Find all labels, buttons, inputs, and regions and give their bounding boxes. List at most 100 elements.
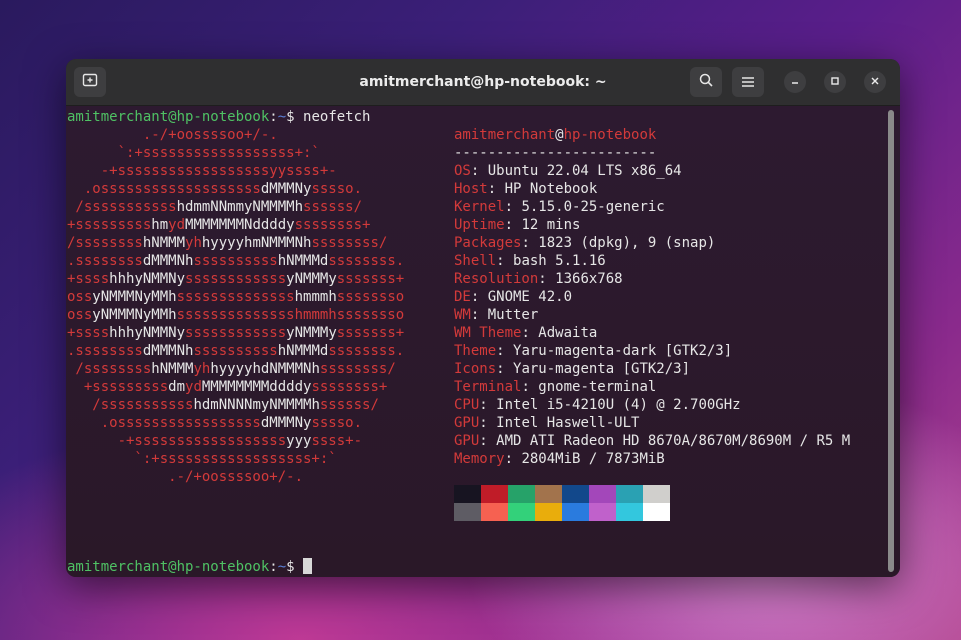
color-swatch: [508, 503, 535, 521]
info-colon: :: [479, 397, 497, 413]
logo-line: /ssssssssssshdmmNNmmyNMMMMhssssss/: [67, 198, 362, 216]
logo-segment: dMMMNh: [142, 253, 194, 269]
info-label: Shell: [454, 253, 497, 269]
info-colon: :: [504, 199, 522, 215]
info-label: DE: [454, 289, 471, 305]
logo-segment: .ssssssss: [67, 343, 143, 359]
logo-segment: yNMMMNyMMh: [92, 307, 177, 323]
info-value: 1823 (dpkg), 9 (snap): [538, 235, 716, 251]
info-label: Memory: [454, 451, 505, 467]
logo-segment: .osssssssssssssssss: [67, 415, 261, 431]
info-label: Kernel: [454, 199, 505, 215]
info-label: GPU: [454, 433, 480, 449]
new-tab-button[interactable]: [74, 67, 106, 97]
logo-line: ossyNMMMNyMMhsssssssssssssshmmmhssssssso: [67, 288, 404, 306]
prompt-path: ~: [277, 109, 287, 125]
info-value: 1366x768: [555, 271, 623, 287]
prompt-separator: :: [269, 109, 278, 125]
info-entry: Terminal: gnome-terminal: [454, 378, 656, 396]
minimize-icon: [790, 75, 800, 89]
text-cursor: [303, 558, 313, 574]
new-tab-icon: [82, 72, 98, 92]
logo-segment: dm: [168, 379, 186, 395]
logo-segment: /ssssssss: [67, 361, 152, 377]
info-value: Intel Haswell-ULT: [496, 415, 640, 431]
logo-line: -+ssssssssssssssssssyyyssss+-: [67, 432, 362, 450]
info-label: Terminal: [454, 379, 522, 395]
logo-line: /sssssssshNMMMyhhyyyyhdNMMMNhssssssss/: [67, 360, 395, 378]
info-entry: CPU: Intel i5-4210U (4) @ 2.700GHz: [454, 396, 741, 414]
color-swatch: [589, 503, 616, 521]
logo-segment: sssssssssssssshmmmhssssssso: [176, 307, 405, 323]
logo-line: .ssssssssdMMMNhsssssssssshNMMMdssssssss.: [67, 252, 404, 270]
scrollbar[interactable]: [888, 110, 894, 572]
info-entry: Packages: 1823 (dpkg), 9 (snap): [454, 234, 715, 252]
minimize-button[interactable]: [784, 71, 806, 93]
logo-segment: /sssssssssss: [67, 199, 177, 215]
prompt-dollar: $: [286, 109, 304, 125]
logo-segment: yd: [168, 217, 186, 233]
info-value: 12 mins: [521, 217, 581, 233]
logo-line: .-/+oossssoo+/-.: [67, 126, 278, 144]
color-swatch: [535, 503, 562, 521]
logo-segment: ssssssssss: [193, 253, 278, 269]
logo-segment: dMMMNy: [260, 415, 312, 431]
logo-segment: +sssssssss: [67, 379, 169, 395]
logo-segment: hm: [151, 217, 169, 233]
info-colon: :: [538, 271, 556, 287]
info-label: Icons: [454, 361, 497, 377]
logo-segment: /sssssssssss: [67, 397, 194, 413]
maximize-button[interactable]: [824, 71, 846, 93]
color-swatch: [616, 485, 643, 503]
menu-button[interactable]: [732, 67, 764, 97]
logo-segment: oss: [67, 289, 93, 305]
color-swatch: [643, 485, 670, 503]
logo-line: /ssssssssssshdmNNNNmyNMMMMhssssss/: [67, 396, 379, 414]
info-entry: OS: Ubuntu 22.04 LTS x86_64: [454, 162, 682, 180]
logo-segment: yd: [185, 379, 202, 395]
info-entry: Shell: bash 5.1.16: [454, 252, 606, 270]
logo-line: -+ssssssssssssssssssyyssss+-: [67, 162, 337, 180]
info-value: HP Notebook: [504, 181, 598, 197]
logo-line: `:+ssssssssssssssssss+:`: [67, 450, 336, 468]
prompt-separator: :: [269, 559, 278, 575]
info-colon: :: [470, 289, 488, 305]
logo-segment: -+ssssssssssssssssss: [67, 433, 287, 449]
prompt-dollar: $: [286, 559, 304, 575]
info-colon: :: [487, 181, 505, 197]
info-colon: :: [496, 343, 514, 359]
logo-segment: ssssssss.: [328, 343, 405, 359]
terminal-output[interactable]: amitmerchant@hp-notebook:~$ neofetch .-/…: [66, 106, 900, 577]
info-entry: Uptime: 12 mins: [454, 216, 580, 234]
close-button[interactable]: [864, 71, 886, 93]
info-colon: :: [521, 325, 539, 341]
info-entry: Host: HP Notebook: [454, 180, 597, 198]
logo-segment: +ssss: [67, 271, 110, 287]
color-swatch: [481, 485, 508, 503]
prompt-line-current[interactable]: amitmerchant@hp-notebook:~$: [67, 558, 313, 576]
info-at: @: [555, 127, 564, 143]
info-entry: Memory: 2804MiB / 7873MiB: [454, 450, 665, 468]
info-label: Host: [454, 181, 488, 197]
titlebar: amitmerchant@hp-notebook: ~: [66, 59, 900, 106]
logo-segment: yh: [193, 361, 211, 377]
info-value: Yaru-magenta-dark [GTK2/3]: [513, 343, 733, 359]
info-value: Adwaita: [538, 325, 598, 341]
info-label: Theme: [454, 343, 497, 359]
logo-segment: /ssssssss: [67, 235, 143, 251]
terminal-window: amitmerchant@hp-notebook: ~ amitmerchant…: [66, 59, 900, 577]
prompt-line: amitmerchant@hp-notebook:~$ neofetch: [67, 108, 370, 126]
logo-segment: yNMMMNyMMh: [92, 289, 177, 305]
search-button[interactable]: [690, 67, 722, 97]
logo-line: .osssssssssssssssssssdMMMNysssso.: [67, 180, 362, 198]
info-header: amitmerchant@hp-notebook: [454, 126, 656, 144]
prompt-command: neofetch: [303, 109, 371, 125]
logo-segment: ssssssss+: [311, 379, 388, 395]
logo-line: .osssssssssssssssssdMMMNysssso.: [67, 414, 362, 432]
logo-line: +sssssssssdmydMMMMMMMMddddyssssssss+: [67, 378, 387, 396]
info-entry: WM: Mutter: [454, 306, 538, 324]
info-divider: ------------------------: [454, 145, 657, 161]
logo-segment: dMMMNy: [260, 181, 312, 197]
info-entry: Icons: Yaru-magenta [GTK2/3]: [454, 360, 690, 378]
info-value: Ubuntu 22.04 LTS x86_64: [487, 163, 682, 179]
